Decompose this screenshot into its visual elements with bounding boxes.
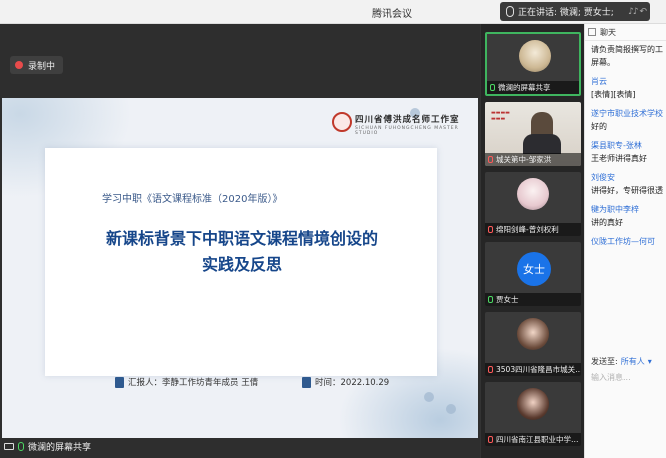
microphone-off-icon xyxy=(488,226,493,233)
record-icon xyxy=(15,61,23,69)
reporter-text: 汇报人：李静工作坊青年成员 王倩 xyxy=(128,378,259,388)
studio-logo-icon xyxy=(332,112,352,132)
chat-sender[interactable]: 犍为职中李梓 xyxy=(591,203,660,216)
video-background-text: ▬▬▬▬ ▬▬▬ xyxy=(491,110,510,122)
participant-tile[interactable]: 四川省南江县职业中学… xyxy=(485,382,581,446)
chat-header: 聊天 xyxy=(585,24,666,41)
studio-logo-subtext: SICHUAN FUHONGCHENG MASTER STUDIO xyxy=(355,126,459,136)
recording-badge[interactable]: 录制中 xyxy=(10,56,64,74)
microphone-off-icon xyxy=(488,156,493,163)
slide-subtitle: 学习中职《语文课程标准（2020年版）》 xyxy=(102,194,283,205)
chat-title: 聊天 xyxy=(600,27,616,37)
presenter-icon xyxy=(115,376,124,388)
chat-message: [表情][表情] xyxy=(591,90,636,99)
send-to-selector[interactable]: 发送至: 所有人 ▾ xyxy=(591,356,661,368)
calendar-icon xyxy=(302,376,311,388)
chat-message: 王老师讲得真好 xyxy=(591,154,647,163)
participant-name: 城关第中-邹家洪 xyxy=(496,155,552,164)
participant-name: 四川省南江县职业中学… xyxy=(496,435,579,444)
studio-logo-text: 四川省傅洪成名师工作室 xyxy=(355,115,460,125)
slide-title: 新课标背景下中职语文课程情境创设的 实践及反思 xyxy=(72,226,412,278)
send-to-value[interactable]: 所有人 xyxy=(621,356,645,368)
participant-tile[interactable]: 绵阳剑峰-曾刘权利 xyxy=(485,172,581,236)
presentation-slide: 四川省傅洪成名师工作室 SICHUAN FUHONGCHENG MASTER S… xyxy=(2,98,478,438)
flower-decoration xyxy=(424,392,434,402)
slide-reporter: 汇报人：李静工作坊青年成员 王倩 xyxy=(115,376,258,388)
microphone-off-icon xyxy=(488,366,493,373)
microphone-on-icon xyxy=(490,84,495,91)
participant-tile[interactable]: 女士 贾女士 xyxy=(485,242,581,306)
title-bar: 腾讯会议 正在讲话: 微澜; 贾女士; ♪♪ ↶ xyxy=(0,0,666,24)
speaking-indicator: 正在讲话: 微澜; 贾女士; ♪♪ ↶ xyxy=(500,2,650,21)
send-to-label: 发送至: xyxy=(591,357,618,366)
audio-wave-icon: ♪♪ ↶ xyxy=(628,6,647,17)
slide-time: 时间：2022.10.29 xyxy=(302,376,389,388)
flower-decoration xyxy=(446,404,456,414)
chat-panel[interactable]: 聊天 请负责简报撰写的工 屏幕。 肖云 [表情][表情] 遂宁市职业技术学校 好… xyxy=(584,24,666,458)
microphone-icon xyxy=(506,6,514,17)
slide-title-line1: 新课标背景下中职语文课程情境创设的 xyxy=(105,229,378,248)
chat-sender[interactable]: 遂宁市职业技术学校 xyxy=(591,107,663,120)
video-person-body xyxy=(523,134,561,154)
chat-message: 讲得好，专研得很透 xyxy=(591,186,663,195)
sharer-label: 微澜的屏幕共享 xyxy=(4,438,91,454)
microphone-on-icon xyxy=(488,296,493,303)
participant-name: 3503四川省隆昌市城关… xyxy=(496,365,581,374)
participant-tile[interactable]: 微澜的屏幕共享 xyxy=(485,32,581,96)
app-title: 腾讯会议 xyxy=(372,9,412,20)
time-text: 时间：2022.10.29 xyxy=(315,378,390,388)
participant-name: 贾女士 xyxy=(496,295,519,304)
chat-messages[interactable]: 请负责简报撰写的工 屏幕。 肖云 [表情][表情] 遂宁市职业技术学校 好的 渠… xyxy=(585,41,666,250)
chat-message: 请负责简报撰写的工 xyxy=(591,45,663,54)
avatar xyxy=(519,40,551,72)
chat-input[interactable]: 输入消息... xyxy=(591,372,661,384)
shared-screen-stage[interactable]: 录制中 四川省傅洪成名师工作室 SICHUAN FUHONGCHENG MAST… xyxy=(0,24,480,458)
participant-tile[interactable]: ▬▬▬▬ ▬▬▬ 城关第中-邹家洪 xyxy=(485,102,581,166)
sharer-name: 微澜的屏幕共享 xyxy=(28,442,92,453)
chat-input-area[interactable]: 发送至: 所有人 ▾ 输入消息... xyxy=(585,354,666,386)
avatar: 女士 xyxy=(517,252,551,286)
avatar xyxy=(517,318,549,350)
chat-sender[interactable]: 肖云 xyxy=(591,75,660,88)
chat-sender[interactable]: 仪陇工作坊—何可 xyxy=(591,235,660,248)
microphone-off-icon xyxy=(488,436,493,443)
avatar xyxy=(517,178,549,210)
participant-tile[interactable]: 3503四川省隆昌市城关… xyxy=(485,312,581,376)
checkbox-icon[interactable] xyxy=(588,28,596,36)
recording-label: 录制中 xyxy=(28,61,56,72)
chat-sender[interactable]: 渠县职专-张林 xyxy=(591,139,660,152)
chat-message: 讲的真好 xyxy=(591,218,623,227)
chevron-down-icon[interactable]: ▾ xyxy=(648,356,652,368)
participant-list[interactable]: 微澜的屏幕共享 ▬▬▬▬ ▬▬▬ 城关第中-邹家洪 绵阳剑峰-曾刘权利 女士 贾女… xyxy=(480,24,584,458)
speaking-label: 正在讲话: 微澜; 贾女士; xyxy=(518,8,614,18)
chat-message: 好的 xyxy=(591,122,607,131)
microphone-on-icon xyxy=(18,441,24,451)
screen-share-icon xyxy=(4,442,14,450)
slide-title-line2: 实践及反思 xyxy=(201,255,282,274)
participant-name: 绵阳剑峰-曾刘权利 xyxy=(496,225,559,234)
participant-name: 微澜的屏幕共享 xyxy=(498,83,551,92)
chat-message: 屏幕。 xyxy=(591,58,615,67)
avatar xyxy=(517,388,549,420)
chat-sender[interactable]: 刘俊安 xyxy=(591,171,660,184)
